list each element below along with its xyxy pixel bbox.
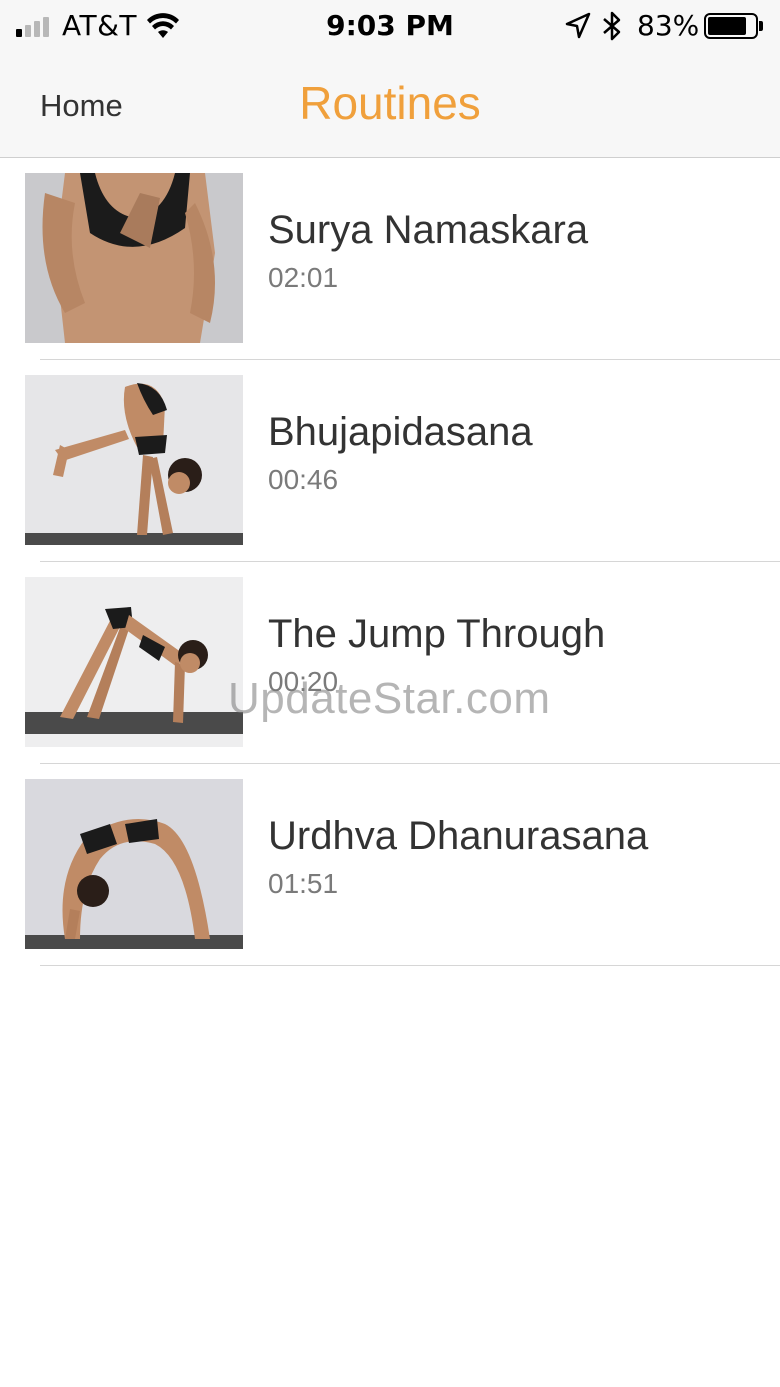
routine-duration: 02:01 (268, 262, 339, 293)
routine-thumbnail (25, 375, 243, 545)
routine-list: Surya Namaskara 02:01 Bhujapidasana 00:4… (0, 158, 780, 966)
routine-duration: 01:51 (268, 868, 339, 899)
routine-thumbnail (25, 173, 243, 343)
navigation-bar: Home Routines (0, 54, 780, 158)
routine-row-urdhva-dhanurasana[interactable]: Urdhva Dhanurasana 01:51 (0, 764, 780, 966)
routine-row-the-jump-through[interactable]: The Jump Through 00:20 (0, 562, 780, 764)
row-divider (40, 965, 780, 966)
routine-name: Surya Namaskara (268, 208, 589, 252)
page-title: Routines (299, 77, 481, 129)
routine-thumbnail (25, 779, 243, 949)
battery-percent: 83% (637, 9, 700, 42)
routine-thumbnail (25, 577, 243, 747)
battery-icon (704, 13, 758, 39)
routine-duration: 00:20 (268, 666, 339, 697)
routine-name: The Jump Through (268, 612, 606, 656)
bluetooth-icon (601, 10, 623, 46)
status-bar: AT&T 9:03 PM 83% (0, 0, 780, 54)
routines-screen: AT&T 9:03 PM 83% Home Routines Surya Nam… (0, 0, 780, 1387)
routine-row-surya-namaskara[interactable]: Surya Namaskara 02:01 (0, 158, 780, 360)
routine-row-bhujapidasana[interactable]: Bhujapidasana 00:46 (0, 360, 780, 562)
routine-duration: 00:46 (268, 464, 339, 495)
battery-tip (759, 21, 763, 31)
routine-name: Bhujapidasana (268, 410, 533, 454)
location-icon (565, 12, 591, 44)
routine-name: Urdhva Dhanurasana (268, 814, 649, 858)
